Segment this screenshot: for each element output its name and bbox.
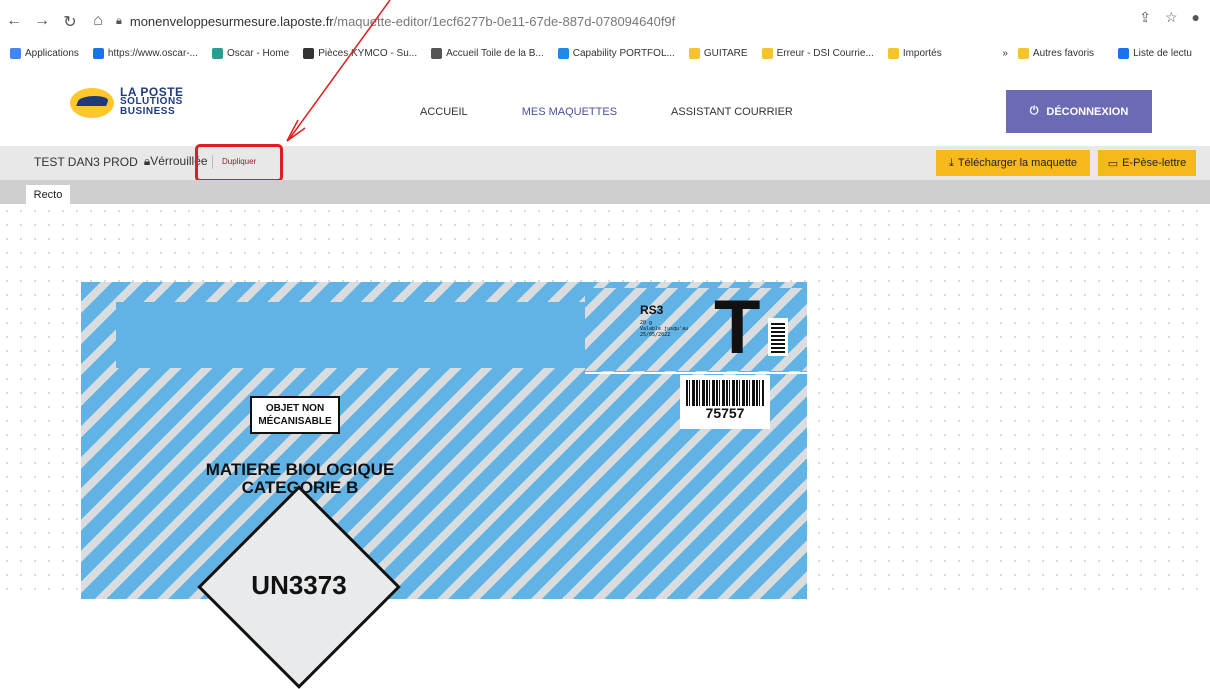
logo-line3: BUSINESS (120, 106, 176, 117)
objet-non-mecanisable-label: OBJET NON MÉCANISABLE (250, 396, 340, 434)
bookmark-capability[interactable]: Capability PORTFOL... (557, 47, 675, 59)
bookmark-icon (303, 47, 315, 59)
browser-chrome: ← → ↻ ⌂ 🔒︎ monenveloppesurmesure.laposte… (0, 0, 1210, 64)
reading-list[interactable]: Liste de lectu (1118, 47, 1192, 59)
folder-icon (1017, 47, 1029, 59)
url-path: /maquette-editor/1ecf6277b-0e11-67de-887… (333, 13, 676, 29)
menu-assistant-courrier[interactable]: ASSISTANT COURRIER (671, 106, 793, 118)
datamatrix-code (768, 318, 788, 356)
other-bookmarks[interactable]: Autres favoris (1017, 47, 1094, 59)
bookmark-icon (431, 47, 443, 59)
barcode-number: 75757 (705, 405, 745, 421)
highlight-box (195, 144, 283, 182)
lock-icon: 🔒︎ (116, 14, 122, 27)
app-header: LA POSTE SOLUTIONS BUSINESS ACCUEIL MES … (0, 66, 1210, 146)
menu-accueil[interactable]: ACCUEIL (420, 106, 468, 118)
bookmark-erreur[interactable]: Erreur - DSI Courrie... (761, 47, 874, 59)
bookmarks-bar: Applications https://www.oscar-... Oscar… (0, 40, 1210, 66)
browser-nav: ← → ↻ ⌂ (6, 12, 106, 32)
scale-icon: ▭ (1107, 157, 1119, 170)
share-icon[interactable]: ⇪ (1139, 9, 1151, 26)
address-bar[interactable]: 🔒︎ monenveloppesurmesure.laposte.fr/maqu… (116, 10, 1056, 32)
laposte-logo[interactable]: LA POSTE SOLUTIONS BUSINESS (70, 84, 184, 120)
bookmark-kymco[interactable]: Pièces KYMCO - Su... (303, 47, 417, 59)
maquette-title: TEST DAN3 PROD (34, 154, 138, 169)
browser-actions: ⇪ ☆ ● (1139, 9, 1200, 26)
main-menu: ACCUEIL MES MAQUETTES ASSISTANT COURRIER (420, 106, 793, 118)
bookmark-icon (211, 47, 223, 59)
home-icon[interactable]: ⌂ (90, 12, 106, 32)
more-bookmarks[interactable]: » (1002, 48, 1008, 59)
bookmark-oscar-url[interactable]: https://www.oscar-... (92, 47, 198, 59)
folder-icon (688, 47, 700, 59)
tab-bar (0, 180, 1210, 204)
star-icon[interactable]: ☆ (1165, 9, 1178, 26)
reload-icon[interactable]: ↻ (62, 12, 78, 32)
folder-icon (887, 47, 899, 59)
logout-button[interactable]: ⏻ DÉCONNEXION (1006, 90, 1152, 133)
tab-recto[interactable]: Recto (26, 185, 70, 204)
download-icon: ⤓ (948, 156, 954, 169)
bookmark-oscar-home[interactable]: Oscar - Home (211, 47, 289, 59)
power-icon: ⏻ (1029, 105, 1039, 117)
barcode-box: 75757 (680, 375, 770, 429)
bookmark-icon (92, 47, 104, 59)
apps-icon (10, 47, 21, 59)
bookmark-toile[interactable]: Accueil Toile de la B... (431, 47, 544, 59)
profile-icon[interactable]: ● (1192, 9, 1200, 26)
address-window (116, 302, 585, 368)
rs3-details: 20 g Valable jusqu'au 25/05/2022 (640, 320, 689, 338)
pese-lettre-button[interactable]: ▭ E-Pèse-lettre (1098, 150, 1196, 176)
menu-mes-maquettes[interactable]: MES MAQUETTES (522, 106, 617, 118)
rs3-label: RS3 (640, 303, 664, 317)
un-code: UN3373 (251, 570, 347, 600)
barcode (686, 380, 764, 406)
bookmarks-right: » Autres favoris Liste de lectu (1002, 40, 1210, 66)
forward-icon[interactable]: → (34, 12, 50, 32)
back-icon[interactable]: ← (6, 12, 22, 32)
bookmark-guitare[interactable]: GUITARE (688, 47, 748, 59)
bookmark-icon (557, 47, 569, 59)
bookmark-icon (761, 47, 773, 59)
laposte-bird-icon (70, 84, 114, 120)
tariff-letter: T (714, 285, 761, 370)
stamp-separator (585, 372, 807, 374)
download-button[interactable]: ⤓ Télécharger la maquette (936, 150, 1090, 176)
bookmark-applications[interactable]: Applications (10, 47, 79, 59)
bookmark-importes[interactable]: Importés (887, 47, 942, 59)
url-domain: monenveloppesurmesure.laposte.fr (129, 13, 334, 29)
reading-list-icon (1118, 47, 1130, 59)
